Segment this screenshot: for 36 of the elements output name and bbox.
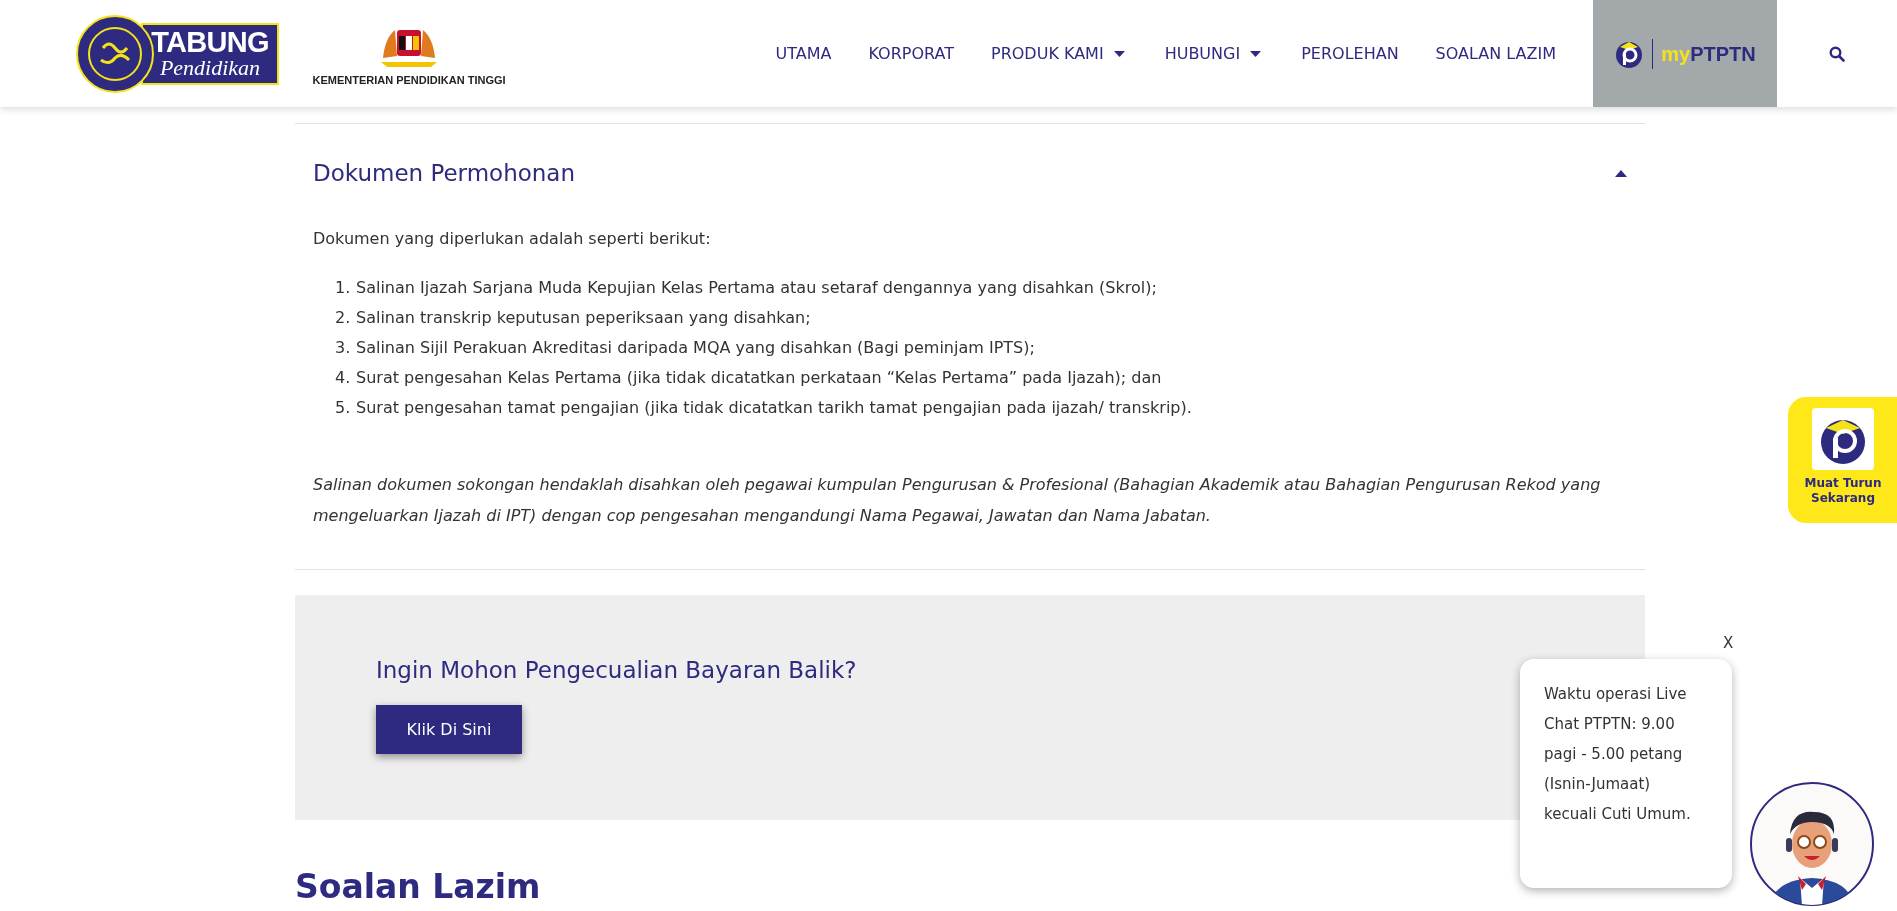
- logo-subtitle: Pendidikan: [159, 57, 261, 79]
- chat-message: Waktu operasi Live Chat PTPTN: 9.00 pagi - 5.00 petang (Isnin-Jumaat) kecuali Cuti Umum.: [1544, 684, 1692, 825]
- accordion-title: Dokumen Permohonan: [313, 159, 576, 188]
- list-number: 1.: [335, 276, 352, 299]
- download-label: Muat Turun Sekarang: [1803, 476, 1883, 506]
- list-number: 2.: [335, 306, 352, 329]
- download-widget[interactable]: Muat Turun Sekarang: [1788, 397, 1897, 523]
- chat-agent-avatar[interactable]: [1750, 782, 1874, 906]
- list-number: 4.: [335, 366, 352, 389]
- myptptn-button[interactable]: myPTPTN: [1593, 0, 1777, 107]
- nav-link[interactable]: PRODUK KAMI: [991, 41, 1125, 66]
- ministry-name: KEMENTERIAN PENDIDIKAN TINGGI: [312, 73, 506, 89]
- list-item-text: Salinan Sijil Perakuan Akreditasi daripada MQA yang disahkan (Bagi peminjam IPTS);: [356, 336, 1035, 359]
- list-item-text: Salinan Ijazah Sarjana Muda Kepujian Kelas Pertama atau setaraf dengannya yang disahkan (Skrol);: [356, 276, 1157, 299]
- nav-link[interactable]: HUBUNGI: [1164, 41, 1262, 66]
- list-item-text: Surat pengesahan Kelas Pertama (jika tidak dicatatkan perkataan “Kelas Pertama” pada Ijazah); dan: [356, 366, 1162, 389]
- search-icon[interactable]: [1829, 45, 1845, 62]
- nav-link[interactable]: PEROLEHAN: [1301, 41, 1399, 66]
- caret-icon: [1113, 50, 1125, 57]
- section-heading: Soalan Lazim: [295, 869, 542, 903]
- intro-text: Dokumen yang diperlukan adalah seperti berikut:: [313, 227, 712, 250]
- close-button[interactable]: X: [1719, 632, 1738, 655]
- nav-link[interactable]: SOALAN LAZIM: [1435, 41, 1556, 66]
- nav-link[interactable]: UTAMA: [775, 41, 832, 66]
- list-item-text: Salinan transkrip keputusan peperiksaan yang disahkan;: [356, 306, 811, 329]
- caret-icon: [1250, 50, 1262, 57]
- klik-button[interactable]: Klik Di Sini: [376, 705, 522, 754]
- list-item-text: Surat pengesahan tamat pengajian (jika tidak dicatatkan tarikh tamat pengajian pada ijazah/ transkrip).: [356, 396, 1192, 419]
- note-text: Salinan dokumen sokongan hendaklah disahkan oleh pegawai kumpulan Pengurusan & Profesional (Bahagian Akademik atau Bahagian Pengurusan Rekod yang mengeluarkan Ijazah di IPT) dengan cop pengesahan mengandungi Nama Pegawai, Jawatan dan Nama Jabatan.: [313, 473, 1602, 527]
- nav-link[interactable]: KORPORAT: [868, 41, 954, 66]
- list-number: 5.: [335, 396, 352, 419]
- p-logo-icon: [1812, 408, 1874, 470]
- accordion-header[interactable]: Dokumen Permohonan: [295, 124, 1645, 227]
- list-number: 3.: [335, 336, 352, 359]
- logo-title: TABUNG: [151, 28, 269, 57]
- cta-title: Ingin Mohon Pengecualian Bayaran Balik?: [376, 655, 858, 685]
